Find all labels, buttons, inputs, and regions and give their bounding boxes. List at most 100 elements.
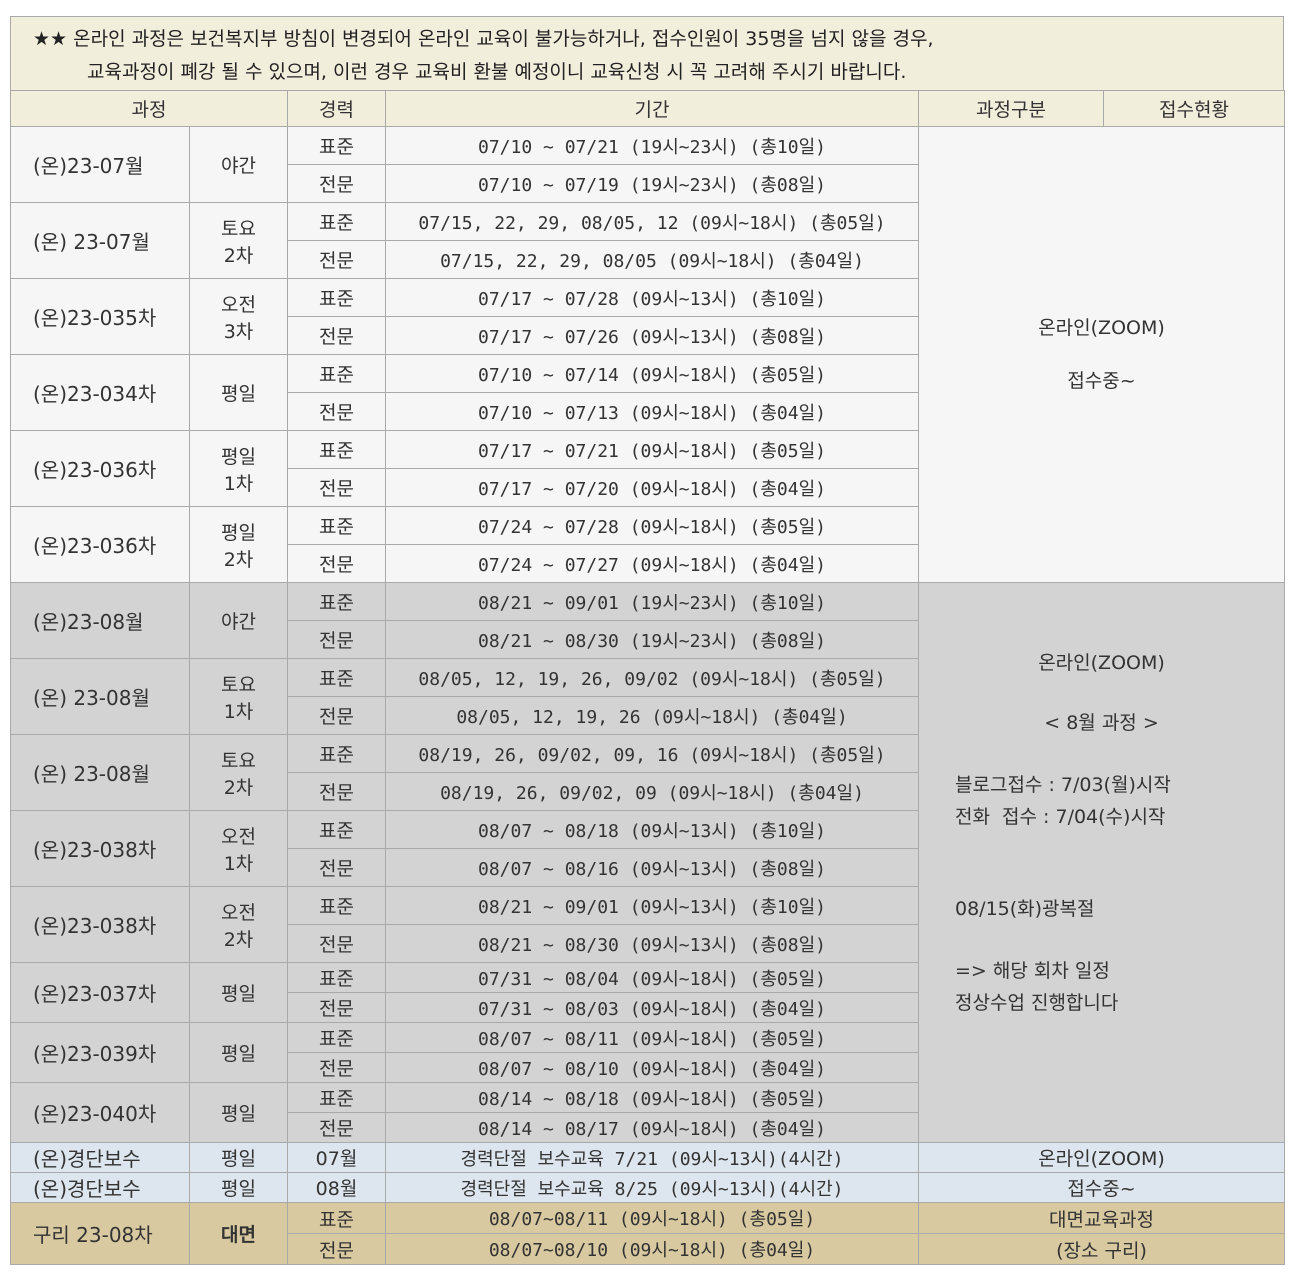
july-section: (온)23-07월 야간 표준 07/10 ~ 07/21 (19시~23시) (총1…: [10, 126, 1285, 583]
header-category: 과정구분: [918, 90, 1104, 127]
career-standard: 표준: [287, 126, 386, 165]
period-expert: 07/17 ~ 07/20 (09시~18시) (총04일): [385, 468, 919, 507]
period-standard: 07/15, 22, 29, 08/05, 12 (09시~18시) (총05일…: [385, 202, 919, 241]
header-course: 과정: [10, 90, 288, 127]
schedule-table: 과정 경력 기간 과정구분 접수현황 (온)23-07월 야간 표준 07/10 ~ …: [10, 90, 1285, 1265]
course-sub: 오전 2차: [189, 886, 288, 963]
career-expert: 전문: [287, 848, 386, 887]
career-standard: 표준: [287, 734, 386, 773]
course-sub: 평일: [189, 1172, 288, 1203]
header-status: 접수현황: [1103, 90, 1285, 127]
career-expert: 전문: [287, 620, 386, 659]
career-standard: 표준: [287, 354, 386, 393]
course-sub: 평일: [189, 1142, 288, 1173]
refresher-row: (온)경단보수 평일 07월 경력단절 보수교육 7/21 (09시~13시)(4시간…: [10, 1142, 1285, 1173]
course-name: (온)23-036차: [10, 506, 190, 583]
course-name: (온)23-035차: [10, 278, 190, 355]
holiday-note-1: => 해당 회차 일정: [955, 960, 1110, 982]
course-name: (온)23-037차: [10, 962, 190, 1023]
course-sub: 오전 3차: [189, 278, 288, 355]
period-expert: 08/07~08/10 (09시~18시) (총04일): [385, 1233, 919, 1265]
career-standard: 표준: [287, 1082, 386, 1113]
course-sub: 평일: [189, 354, 288, 431]
career-month: 08월: [287, 1172, 386, 1203]
career-month: 07월: [287, 1142, 386, 1173]
refresher-status: 접수중~: [918, 1172, 1285, 1203]
period-standard: 07/17 ~ 07/21 (09시~18시) (총05일): [385, 430, 919, 469]
notice-line-1: ★★ 온라인 과정은 보건복지부 방침이 변경되어 온라인 교육이 불가능하거나…: [33, 28, 934, 50]
period-standard: 08/21 ~ 09/01 (09시~13시) (총10일): [385, 886, 919, 925]
course-sub: 야간: [189, 582, 288, 659]
course-name: (온)23-07월: [10, 126, 190, 203]
career-standard: 표준: [287, 810, 386, 849]
period-standard: 08/14 ~ 08/18 (09시~18시) (총05일): [385, 1082, 919, 1113]
schedule-container: ★★ 온라인 과정은 보건복지부 방침이 변경되어 온라인 교육이 불가능하거나…: [10, 16, 1285, 1265]
offline-row: 구리 23-08차 대면 표준 08/07~08/11 (09시~18시) (총05일…: [10, 1202, 1285, 1265]
period-standard: 08/19, 26, 09/02, 09, 16 (09시~18시) (총05일…: [385, 734, 919, 773]
course-sub: 평일: [189, 962, 288, 1023]
career-expert: 전문: [287, 1052, 386, 1083]
offline-section: 구리 23-08차 대면 표준 08/07~08/11 (09시~18시) (총05일…: [10, 1202, 1285, 1265]
holiday-note-2: 정상수업 진행합니다: [955, 992, 1119, 1014]
blog-registration: 블로그접수 : 7/03(월)시작: [955, 774, 1171, 796]
course-row: (온)23-08월 야간 표준 08/21 ~ 09/01 (19시~23시) (총1…: [10, 582, 1285, 1143]
course-sub: 야간: [189, 126, 288, 203]
period-expert: 08/21 ~ 08/30 (09시~13시) (총08일): [385, 924, 919, 963]
notice-box: ★★ 온라인 과정은 보건복지부 방침이 변경되어 온라인 교육이 불가능하거나…: [10, 16, 1284, 90]
period-standard: 07/31 ~ 08/04 (09시~18시) (총05일): [385, 962, 919, 993]
course-sub: 평일 2차: [189, 506, 288, 583]
course-name: (온)경단보수: [10, 1142, 190, 1173]
career-standard: 표준: [287, 886, 386, 925]
course-name: (온)23-08월: [10, 582, 190, 659]
career-standard: 표준: [287, 1022, 386, 1053]
course-sub: 평일: [189, 1082, 288, 1143]
july-category: 온라인(ZOOM) 접수중~: [918, 126, 1285, 583]
course-name: (온)23-039차: [10, 1022, 190, 1083]
course-sub: 오전 1차: [189, 810, 288, 887]
career-expert: 전문: [287, 240, 386, 279]
career-expert: 전문: [287, 164, 386, 203]
period-expert: 08/14 ~ 08/17 (09시~18시) (총04일): [385, 1112, 919, 1143]
career-expert: 전문: [287, 696, 386, 735]
career-expert: 전문: [287, 544, 386, 583]
course-name: (온)23-036차: [10, 430, 190, 507]
course-name: (온)23-034차: [10, 354, 190, 431]
category-status: 접수중~: [1067, 369, 1136, 392]
course-name: (온) 23-07월: [10, 202, 190, 279]
period-expert: 08/21 ~ 08/30 (19시~23시) (총08일): [385, 620, 919, 659]
career-standard: 표준: [287, 1202, 386, 1234]
career-standard: 표준: [287, 278, 386, 317]
period-expert: 08/19, 26, 09/02, 09 (09시~18시) (총04일): [385, 772, 919, 811]
career-expert: 전문: [287, 468, 386, 507]
course-sub: 평일: [189, 1022, 288, 1083]
course-sub: 토요 2차: [189, 734, 288, 811]
career-expert: 전문: [287, 772, 386, 811]
period-standard: 08/07~08/11 (09시~18시) (총05일): [385, 1202, 919, 1234]
refresher-period: 경력단절 보수교육 8/25 (09시~13시)(4시간): [385, 1172, 919, 1203]
career-expert: 전문: [287, 1233, 386, 1265]
period-expert: 08/07 ~ 08/16 (09시~13시) (총08일): [385, 848, 919, 887]
career-expert: 전문: [287, 316, 386, 355]
period-expert: 07/10 ~ 07/19 (19시~23시) (총08일): [385, 164, 919, 203]
period-expert: 08/05, 12, 19, 26 (09시~18시) (총04일): [385, 696, 919, 735]
period-standard: 08/07 ~ 08/11 (09시~18시) (총05일): [385, 1022, 919, 1053]
period-standard: 08/21 ~ 09/01 (19시~23시) (총10일): [385, 582, 919, 621]
august-section: (온)23-08월 야간 표준 08/21 ~ 09/01 (19시~23시) (총1…: [10, 582, 1285, 1143]
refresher-row: (온)경단보수 평일 08월 경력단절 보수교육 8/25 (09시~13시)(4시간…: [10, 1172, 1285, 1203]
refresher-period: 경력단절 보수교육 7/21 (09시~13시)(4시간): [385, 1142, 919, 1173]
category-title: 온라인(ZOOM): [1038, 317, 1165, 340]
career-standard: 표준: [287, 430, 386, 469]
course-name: (온)23-038차: [10, 886, 190, 963]
career-expert: 전문: [287, 924, 386, 963]
category-title: 온라인(ZOOM): [1038, 652, 1165, 674]
category-month: < 8월 과정 >: [1044, 712, 1159, 734]
course-sub: 대면: [189, 1202, 288, 1265]
period-expert: 07/31 ~ 08/03 (09시~18시) (총04일): [385, 992, 919, 1023]
career-standard: 표준: [287, 202, 386, 241]
career-standard: 표준: [287, 658, 386, 697]
phone-registration: 전화 접수 : 7/04(수)시작: [955, 806, 1166, 828]
course-name: 구리 23-08차: [10, 1202, 190, 1265]
career-expert: 전문: [287, 392, 386, 431]
course-name: (온)23-038차: [10, 810, 190, 887]
offline-location: (장소 구리): [918, 1233, 1285, 1265]
